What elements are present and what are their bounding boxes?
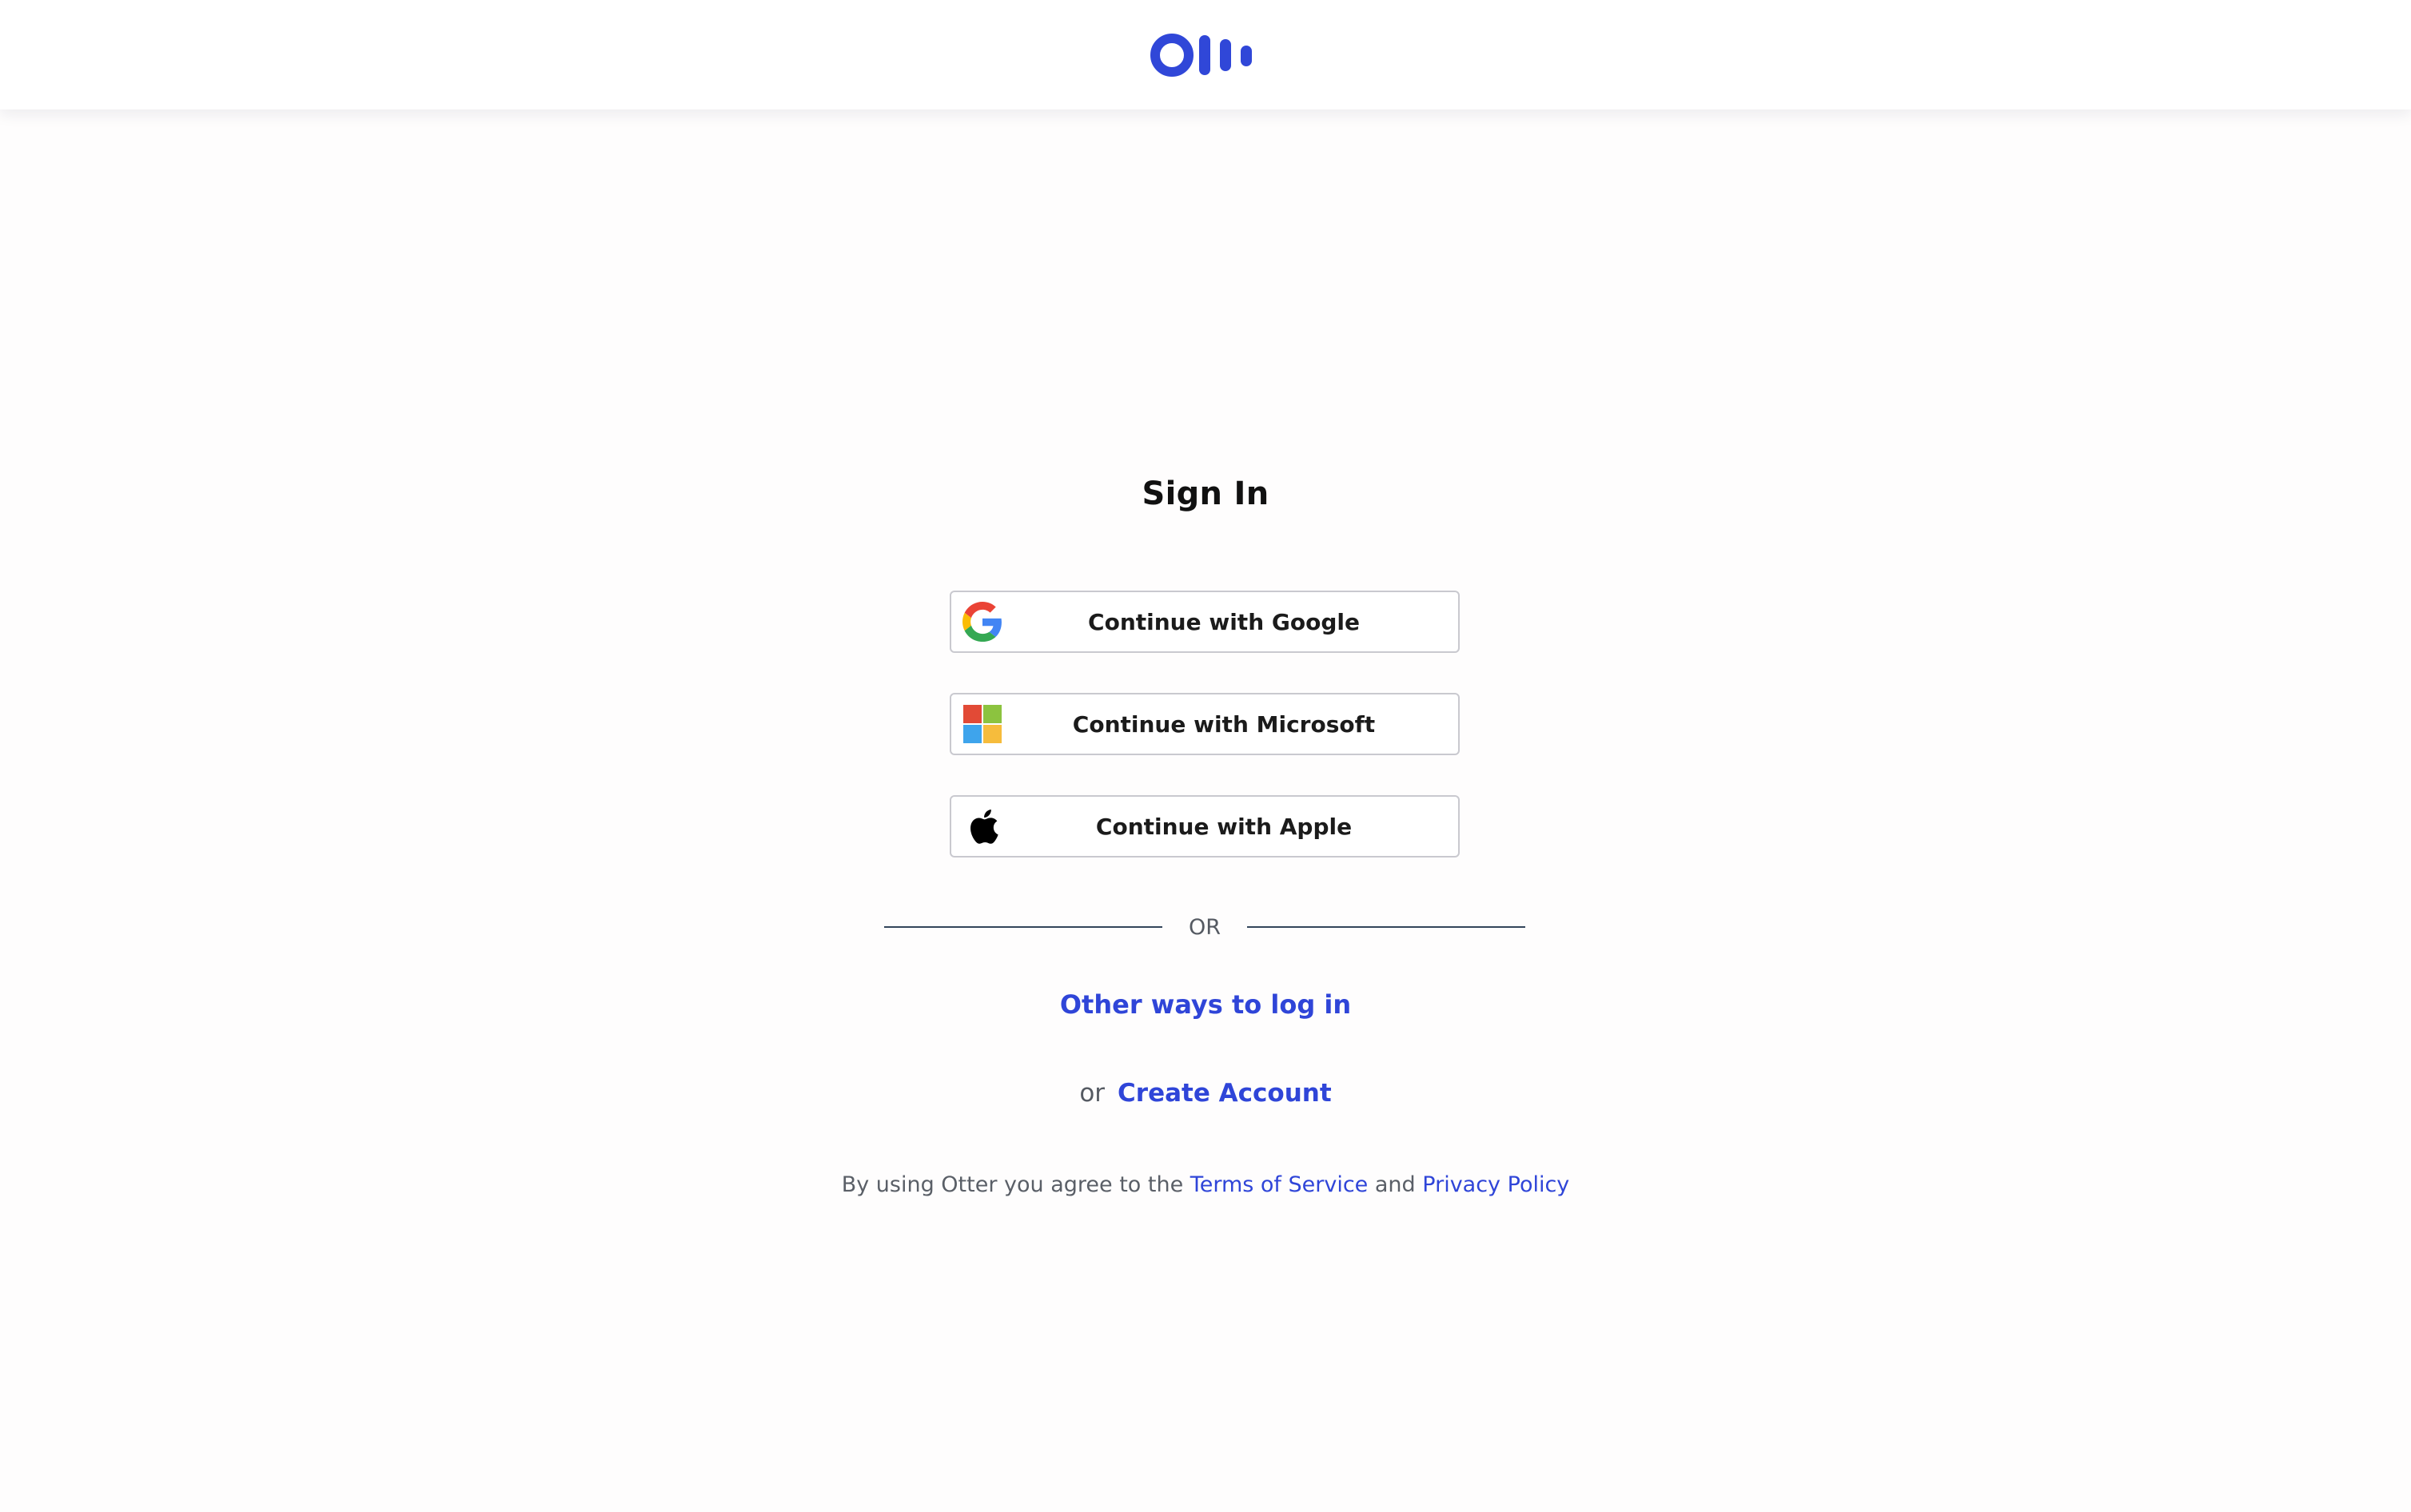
- microsoft-button-label: Continue with Microsoft: [1072, 710, 1376, 738]
- microsoft-icon: [962, 704, 1002, 744]
- privacy-policy-link[interactable]: Privacy Policy: [1422, 1172, 1569, 1197]
- top-header: [0, 0, 2411, 109]
- create-account-row: or Create Account: [0, 1079, 2411, 1108]
- page-title: Sign In: [1142, 475, 1269, 512]
- apple-button-label: Continue with Apple: [1095, 813, 1353, 840]
- continue-with-microsoft-button[interactable]: Continue with Microsoft: [950, 693, 1460, 755]
- divider-or-text: OR: [1188, 914, 1221, 940]
- terms-prefix-text: By using Otter you agree to the: [841, 1172, 1184, 1197]
- other-ways-to-log-in-link[interactable]: Other ways to log in: [1060, 989, 1351, 1020]
- signin-panel: Sign In Continue with Google Continue wi…: [0, 109, 2411, 1512]
- otter-logo-icon[interactable]: [1150, 33, 1261, 78]
- terms-of-service-link[interactable]: Terms of Service: [1190, 1172, 1369, 1197]
- apple-icon: [962, 806, 1002, 846]
- or-divider: OR: [884, 913, 1525, 941]
- create-account-link[interactable]: Create Account: [1118, 1079, 1332, 1108]
- divider-line-left: [884, 926, 1162, 928]
- continue-with-apple-button[interactable]: Continue with Apple: [950, 795, 1460, 857]
- continue-with-google-button[interactable]: Continue with Google: [950, 591, 1460, 653]
- google-icon: [962, 602, 1002, 642]
- other-ways-row: Other ways to log in: [0, 989, 2411, 1020]
- google-button-label: Continue with Google: [1088, 608, 1360, 635]
- divider-line-right: [1247, 926, 1525, 928]
- terms-and-text: and: [1374, 1172, 1416, 1197]
- terms-notice: By using Otter you agree to the Terms of…: [0, 1172, 2411, 1197]
- or-text: or: [1079, 1079, 1106, 1108]
